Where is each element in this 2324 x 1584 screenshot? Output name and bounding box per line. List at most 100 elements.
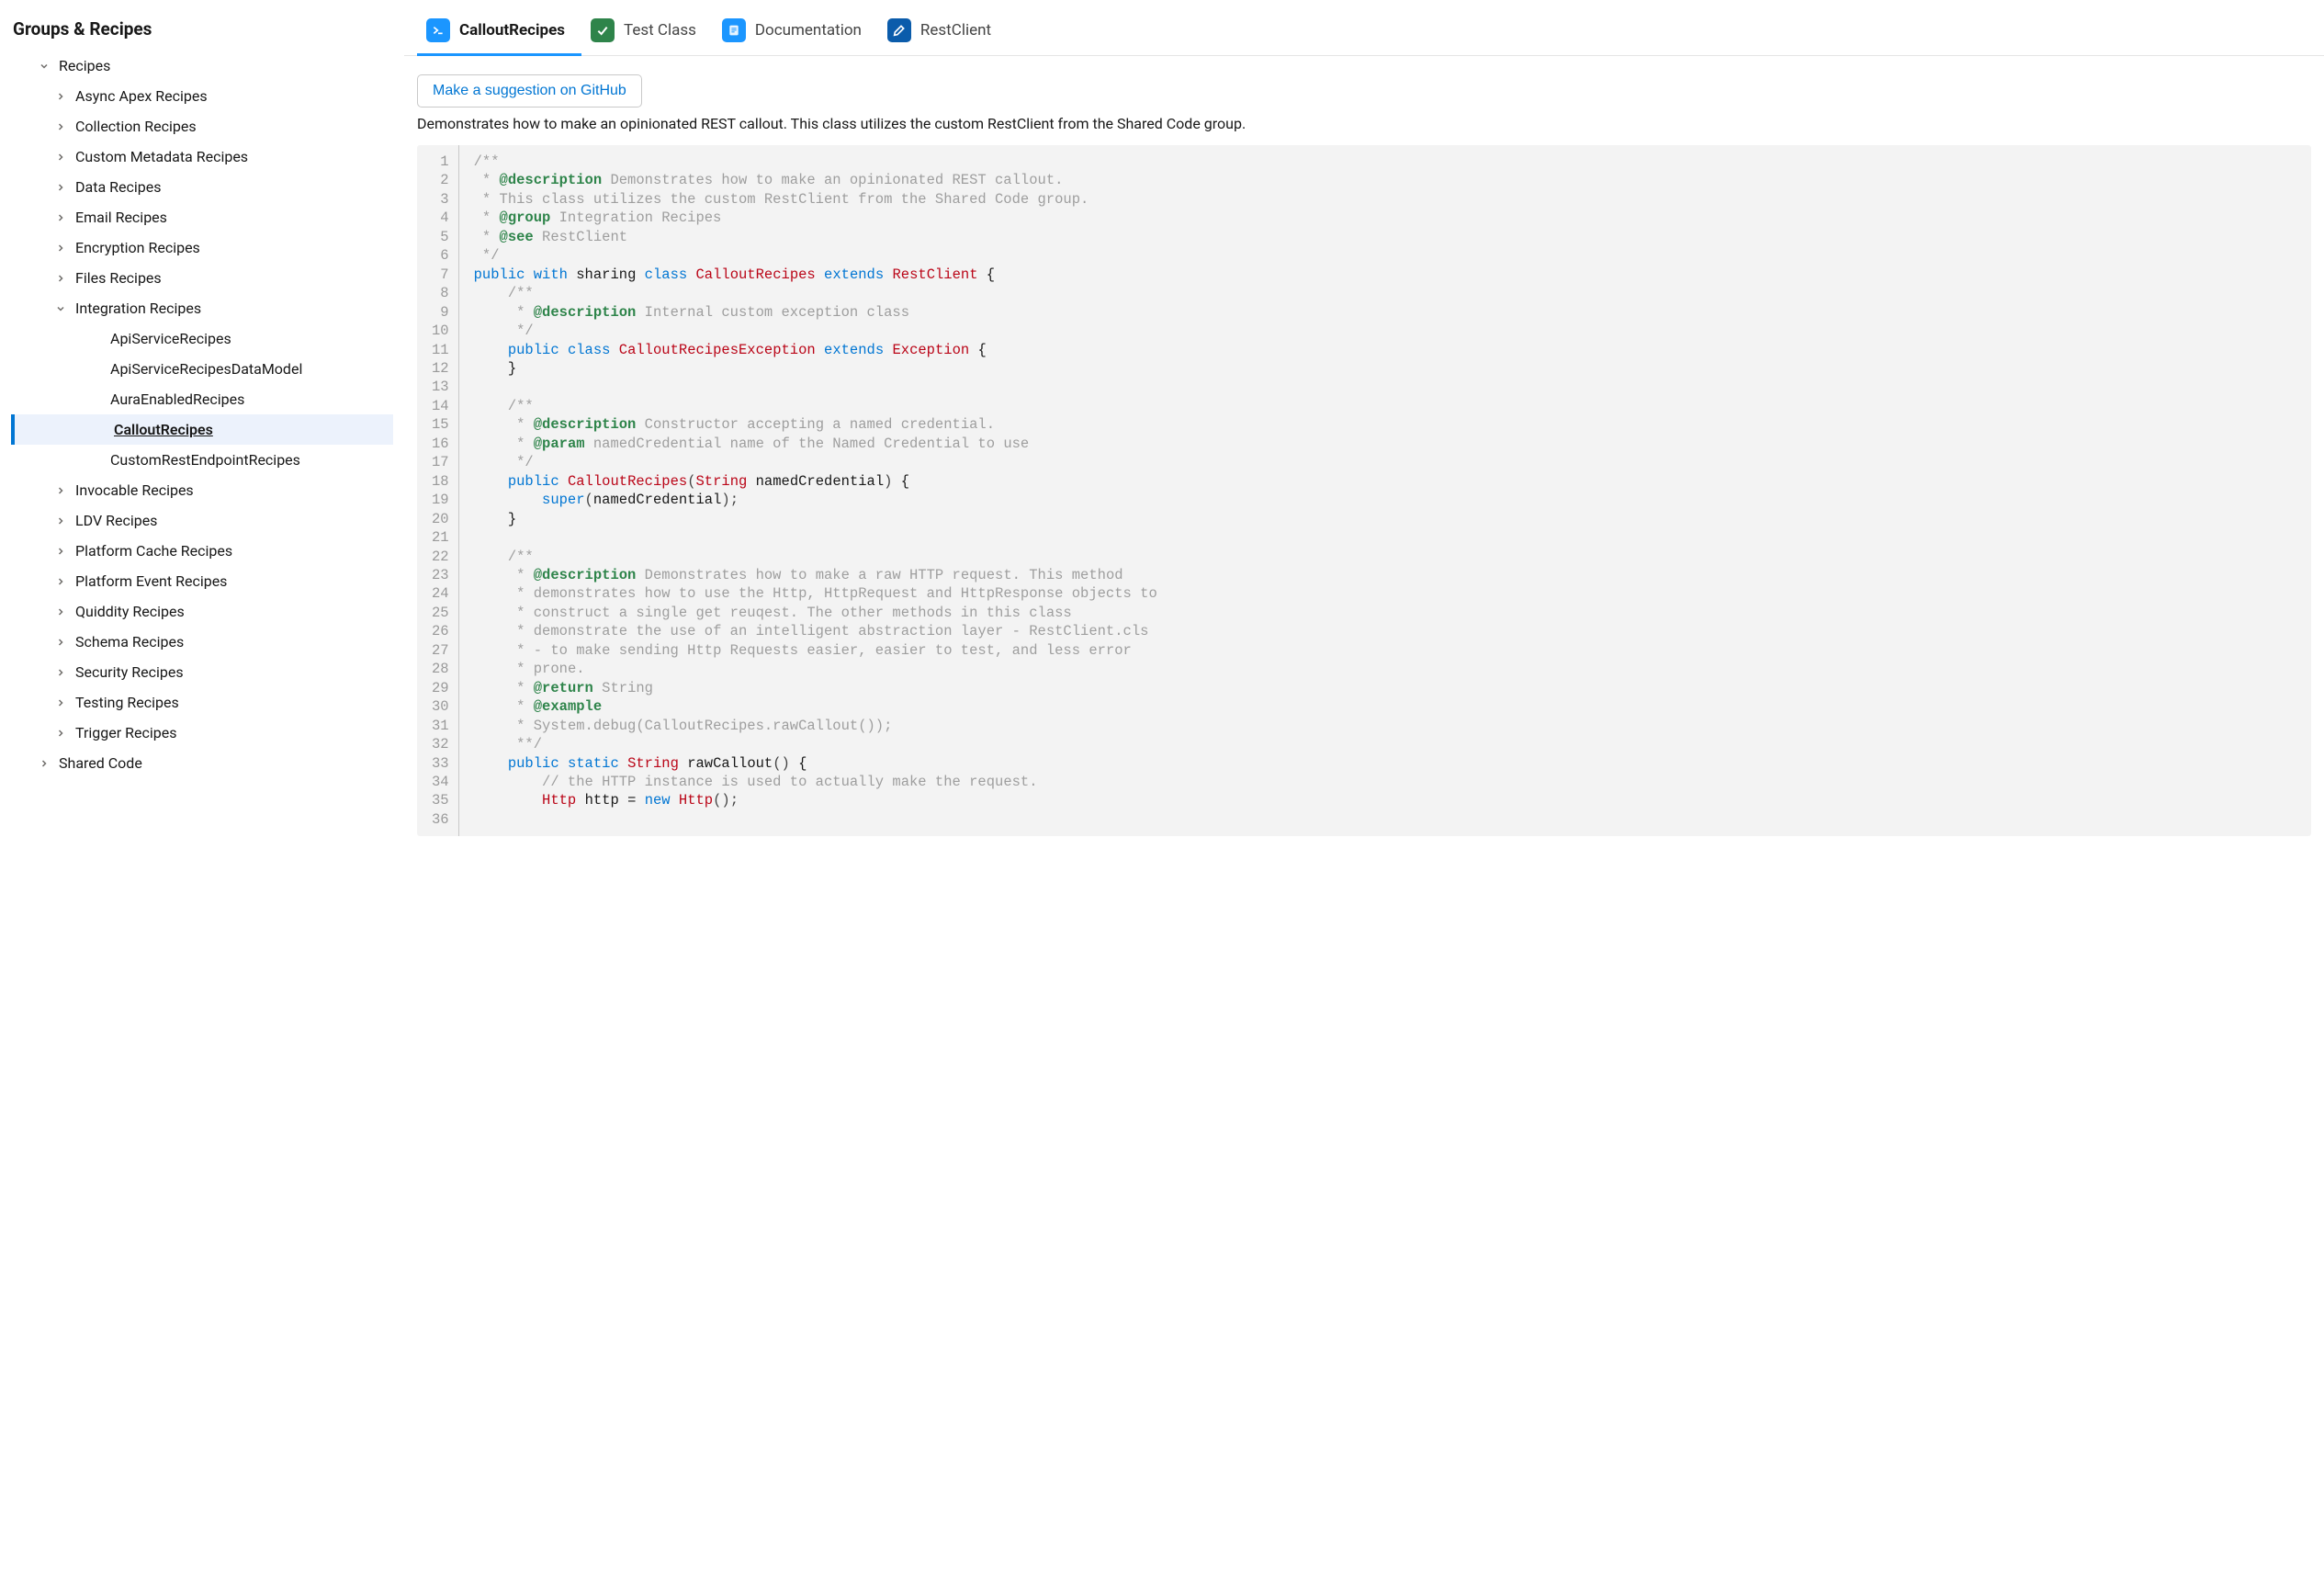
tree-group-security-recipes[interactable]: Security Recipes: [11, 657, 393, 687]
tree-label: AuraEnabledRecipes: [110, 390, 244, 408]
code-line: public class CalloutRecipesException ext…: [474, 341, 1157, 359]
tree-item-apiservicerecipes[interactable]: ApiServiceRecipes: [11, 323, 393, 354]
code-line: */: [474, 453, 1157, 471]
code-line: */: [474, 322, 1157, 340]
main: CalloutRecipesTest Class Documentation Res…: [404, 0, 2324, 1584]
code-line: * System.debug(CalloutRecipes.rawCallout…: [474, 717, 1157, 735]
line-number: 26: [432, 622, 449, 640]
tree-item-apiservicerecipesdatamodel[interactable]: ApiServiceRecipesDataModel: [11, 354, 393, 384]
chevron-right-icon: [53, 726, 68, 741]
tree-label: Data Recipes: [75, 178, 161, 196]
chevron-right-icon: [53, 665, 68, 680]
chevron-right-icon: [53, 150, 68, 164]
tree-item-auraenabledrecipes[interactable]: AuraEnabledRecipes: [11, 384, 393, 414]
code-line: public static String rawCallout() {: [474, 754, 1157, 773]
tree-root-recipes[interactable]: Recipes: [11, 51, 393, 81]
tree-label: CalloutRecipes: [114, 421, 213, 438]
line-number: 35: [432, 791, 449, 809]
tab-test-class[interactable]: Test Class: [581, 9, 713, 55]
line-number: 21: [432, 528, 449, 547]
tree-group-encryption-recipes[interactable]: Encryption Recipes: [11, 232, 393, 263]
tree-group-ldv-recipes[interactable]: LDV Recipes: [11, 505, 393, 536]
line-number: 6: [432, 246, 449, 265]
code-block: 1234567891011121314151617181920212223242…: [417, 145, 2311, 836]
tree-label: Collection Recipes: [75, 118, 197, 135]
tree-group-testing-recipes[interactable]: Testing Recipes: [11, 687, 393, 718]
line-number: 36: [432, 810, 449, 829]
tree-shared-code[interactable]: Shared Code: [11, 748, 393, 778]
chevron-right-icon: [53, 544, 68, 559]
tree-label: Shared Code: [59, 754, 142, 772]
tab-restclient[interactable]: RestClient: [878, 9, 1008, 55]
code-line: * - to make sending Http Requests easier…: [474, 641, 1157, 660]
tree-group-integration-recipes[interactable]: Integration Recipes: [11, 293, 393, 323]
tree-group-collection-recipes[interactable]: Collection Recipes: [11, 111, 393, 141]
line-number: 8: [432, 284, 449, 302]
tree-group-platform-event-recipes[interactable]: Platform Event Recipes: [11, 566, 393, 596]
line-number: 12: [432, 359, 449, 378]
tab-calloutrecipes[interactable]: CalloutRecipes: [417, 9, 581, 55]
tree-label: Platform Event Recipes: [75, 572, 227, 590]
tree-label: Integration Recipes: [75, 300, 201, 317]
tree-group-data-recipes[interactable]: Data Recipes: [11, 172, 393, 202]
tree-group-email-recipes[interactable]: Email Recipes: [11, 202, 393, 232]
line-number: 3: [432, 190, 449, 209]
code-line: /**: [474, 153, 1157, 171]
suggest-github-button[interactable]: Make a suggestion on GitHub: [417, 74, 642, 107]
line-gutter: 1234567891011121314151617181920212223242…: [417, 145, 459, 836]
line-number: 25: [432, 604, 449, 622]
line-number: 5: [432, 228, 449, 246]
line-number: 28: [432, 660, 449, 678]
tree-label: Quiddity Recipes: [75, 603, 185, 620]
code-line: [474, 810, 1157, 829]
doc-icon: [722, 18, 746, 42]
tree-group-invocable-recipes[interactable]: Invocable Recipes: [11, 475, 393, 505]
code-line: * This class utilizes the custom RestCli…: [474, 190, 1157, 209]
sidebar: Groups & Recipes RecipesAsync Apex Recip…: [0, 0, 404, 1584]
line-number: 15: [432, 415, 449, 434]
code-line: */: [474, 246, 1157, 265]
code-line: * @see RestClient: [474, 228, 1157, 246]
line-number: 34: [432, 773, 449, 791]
code-line: public CalloutRecipes(String namedCreden…: [474, 472, 1157, 491]
tree-group-platform-cache-recipes[interactable]: Platform Cache Recipes: [11, 536, 393, 566]
edit-icon: [887, 18, 911, 42]
line-number: 17: [432, 453, 449, 471]
tree-label: Platform Cache Recipes: [75, 542, 232, 560]
tree-group-schema-recipes[interactable]: Schema Recipes: [11, 627, 393, 657]
line-number: 2: [432, 171, 449, 189]
tree-group-async-apex-recipes[interactable]: Async Apex Recipes: [11, 81, 393, 111]
line-number: 19: [432, 491, 449, 509]
no-chevron: [92, 423, 107, 437]
chevron-right-icon: [53, 635, 68, 650]
line-number: 31: [432, 717, 449, 735]
code-line: * @group Integration Recipes: [474, 209, 1157, 227]
code-line: [474, 528, 1157, 547]
chevron-right-icon: [53, 241, 68, 255]
code-line: }: [474, 359, 1157, 378]
line-number: 33: [432, 754, 449, 773]
tree-item-calloutrecipes[interactable]: CalloutRecipes: [11, 414, 393, 445]
no-chevron: [88, 362, 103, 377]
tree-group-quiddity-recipes[interactable]: Quiddity Recipes: [11, 596, 393, 627]
tree-item-customrestendpointrecipes[interactable]: CustomRestEndpointRecipes: [11, 445, 393, 475]
code-line: * prone.: [474, 660, 1157, 678]
code-line: super(namedCredential);: [474, 491, 1157, 509]
chevron-down-icon: [53, 301, 68, 316]
chevron-right-icon: [53, 180, 68, 195]
tab-label: Documentation: [755, 21, 862, 40]
tree-label: Trigger Recipes: [75, 724, 176, 741]
line-number: 10: [432, 322, 449, 340]
tree-group-files-recipes[interactable]: Files Recipes: [11, 263, 393, 293]
code-line: * @description Internal custom exception…: [474, 303, 1157, 322]
tree-label: ApiServiceRecipesDataModel: [110, 360, 302, 378]
tree-group-trigger-recipes[interactable]: Trigger Recipes: [11, 718, 393, 748]
chevron-right-icon: [53, 605, 68, 619]
chevron-right-icon: [53, 119, 68, 134]
tree-group-custom-metadata-recipes[interactable]: Custom Metadata Recipes: [11, 141, 393, 172]
line-number: 7: [432, 266, 449, 284]
chevron-right-icon: [53, 483, 68, 498]
tab-documentation[interactable]: Documentation: [713, 9, 878, 55]
code-line: /**: [474, 397, 1157, 415]
chevron-right-icon: [53, 210, 68, 225]
